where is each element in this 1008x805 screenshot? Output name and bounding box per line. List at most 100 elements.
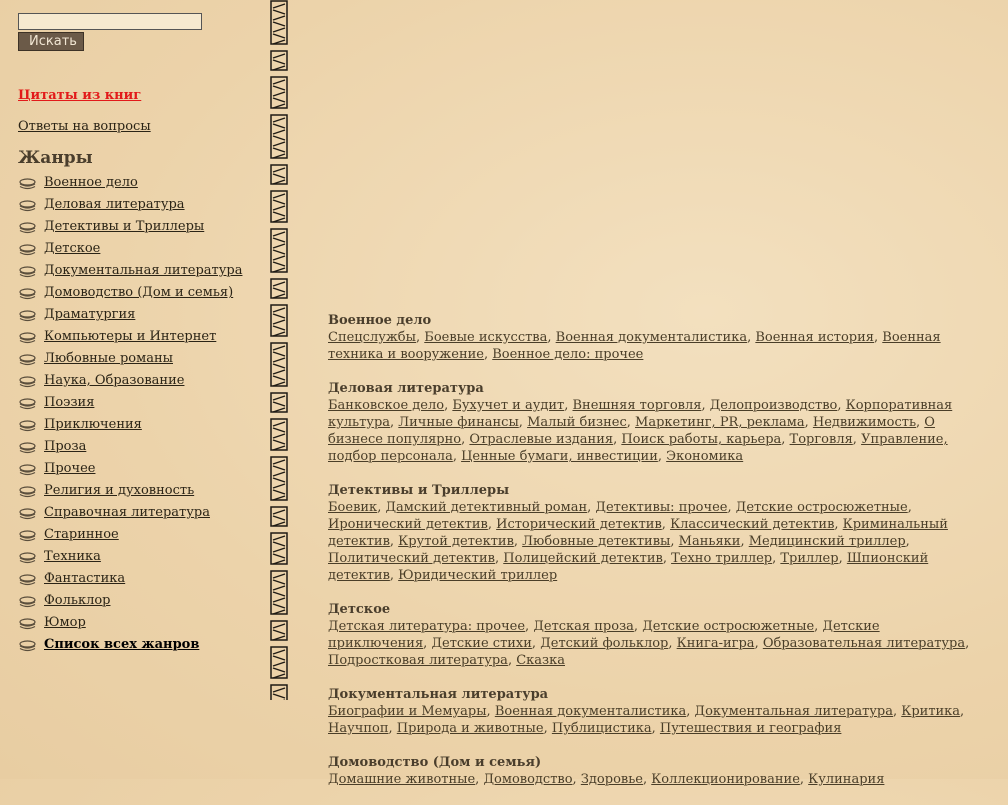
genre-link[interactable]: Детское bbox=[44, 240, 100, 258]
subgenre-link[interactable]: Документальная литература bbox=[695, 704, 893, 719]
subgenre-link[interactable]: Домоводство bbox=[483, 772, 572, 787]
genre-link[interactable]: Приключения bbox=[44, 416, 142, 434]
subgenre-link[interactable]: Детские стихи bbox=[431, 636, 531, 651]
subgenre-link[interactable]: Детские остросюжетные bbox=[642, 619, 814, 634]
search-input[interactable] bbox=[18, 13, 202, 30]
subgenre-link[interactable]: Научпоп bbox=[328, 721, 389, 736]
book-stack-icon bbox=[19, 398, 36, 410]
subgenre-link[interactable]: Боевые искусства bbox=[424, 330, 547, 345]
subgenre-link[interactable]: Техно триллер bbox=[671, 551, 772, 566]
subgenre-link[interactable]: Поиск работы, карьера bbox=[621, 432, 781, 447]
book-stack-icon bbox=[19, 376, 36, 388]
genre-link[interactable]: Старинное bbox=[44, 526, 119, 544]
subgenre-link[interactable]: Детская литература: прочее bbox=[328, 619, 525, 634]
subgenre-link[interactable]: Юридический триллер bbox=[398, 568, 557, 583]
genre-section: Домоводство (Дом и семья) Домашние животн… bbox=[328, 754, 983, 788]
subgenre-link[interactable]: Детские остросюжетные bbox=[736, 500, 908, 515]
genre-link[interactable]: Проза bbox=[44, 438, 86, 456]
subgenre-link[interactable]: Военная документалистика bbox=[556, 330, 747, 345]
subgenre-link[interactable]: Торговля bbox=[790, 432, 853, 447]
genre-link[interactable]: Прочее bbox=[44, 460, 95, 478]
genre-link[interactable]: Справочная литература bbox=[44, 504, 210, 522]
subgenre-link[interactable]: Книга-игра bbox=[677, 636, 755, 651]
genre-item: Фольклор bbox=[18, 592, 263, 614]
genre-link[interactable]: Религия и духовность bbox=[44, 482, 194, 500]
genre-link[interactable]: Наука, Образование bbox=[44, 372, 184, 390]
book-stack-icon bbox=[19, 596, 36, 608]
ornament-glyph bbox=[270, 532, 288, 565]
subgenre-link[interactable]: Дамский детективный роман bbox=[385, 500, 587, 515]
subgenre-link[interactable]: Крутой детектив bbox=[398, 534, 514, 549]
subgenre-link[interactable]: Полицейский детектив bbox=[503, 551, 663, 566]
subgenre-link[interactable]: Маньяки bbox=[679, 534, 741, 549]
subgenre-link[interactable]: Подростковая литература bbox=[328, 653, 508, 668]
subgenre-link[interactable]: Биографии и Мемуары bbox=[328, 704, 487, 719]
subgenre-link[interactable]: Любовные детективы bbox=[522, 534, 670, 549]
subgenre-link[interactable]: Триллер bbox=[780, 551, 838, 566]
book-stack-icon bbox=[19, 244, 36, 256]
subgenre-link[interactable]: Военная история bbox=[755, 330, 874, 345]
subgenre-link[interactable]: Военное дело: прочее bbox=[492, 347, 643, 362]
ornament-glyph bbox=[270, 278, 288, 299]
subgenre-link[interactable]: Делопроизводство bbox=[710, 398, 838, 413]
genre-link[interactable]: Документальная литература bbox=[44, 262, 242, 280]
subgenre-link[interactable]: Здоровье bbox=[581, 772, 643, 787]
subgenre-link[interactable]: Бухучет и аудит bbox=[452, 398, 564, 413]
book-stack-icon bbox=[19, 464, 36, 476]
subgenre-link[interactable]: Путешествия и география bbox=[660, 721, 842, 736]
subgenre-link[interactable]: Классический детектив bbox=[670, 517, 834, 532]
subgenre-link[interactable]: Домашние животные bbox=[328, 772, 475, 787]
sidebar: Искать Цитаты из книг Ответы на вопросы … bbox=[18, 13, 263, 658]
quotes-link[interactable]: Цитаты из книг bbox=[18, 88, 263, 103]
subgenre-list: Домашние животные, Домоводство, Здоровье… bbox=[328, 772, 885, 787]
subgenre-link[interactable]: Сказка bbox=[516, 653, 565, 668]
genre-link[interactable]: Любовные романы bbox=[44, 350, 173, 368]
answers-link[interactable]: Ответы на вопросы bbox=[18, 119, 263, 134]
genre-link[interactable]: Фольклор bbox=[44, 592, 111, 610]
subgenre-link[interactable]: Коллекционирование bbox=[651, 772, 800, 787]
subgenre-link[interactable]: Исторический детектив bbox=[496, 517, 662, 532]
subgenre-list: Биографии и Мемуары, Военная документали… bbox=[328, 704, 965, 736]
book-stack-icon bbox=[19, 508, 36, 520]
genre-link[interactable]: Детективы и Триллеры bbox=[44, 218, 204, 236]
genre-item: Религия и духовность bbox=[18, 482, 263, 504]
subgenre-link[interactable]: Малый бизнес bbox=[527, 415, 627, 430]
ornament-glyph bbox=[270, 50, 288, 71]
subgenre-link[interactable]: Недвижимость bbox=[813, 415, 916, 430]
genre-link[interactable]: Военное дело bbox=[44, 174, 138, 192]
subgenre-link[interactable]: Образовательная литература bbox=[763, 636, 965, 651]
subgenre-link[interactable]: Политический детектив bbox=[328, 551, 495, 566]
subgenre-link[interactable]: Детский фольклор bbox=[540, 636, 668, 651]
subgenre-link[interactable]: Внешняя торговля bbox=[572, 398, 701, 413]
search-button[interactable]: Искать bbox=[18, 32, 84, 51]
genre-link[interactable]: Деловая литература bbox=[44, 196, 185, 214]
subgenre-link[interactable]: Военная документалистика bbox=[495, 704, 686, 719]
subgenre-link[interactable]: Природа и животные bbox=[397, 721, 544, 736]
subgenre-link[interactable]: Ценные бумаги, инвестиции bbox=[461, 449, 658, 464]
subgenre-link[interactable]: Экономика bbox=[666, 449, 743, 464]
subgenre-link[interactable]: Кулинария bbox=[808, 772, 884, 787]
subgenre-link[interactable]: Медицинский триллер bbox=[749, 534, 906, 549]
genre-link[interactable]: Юмор bbox=[44, 614, 86, 632]
genre-link[interactable]: Компьютеры и Интернет bbox=[44, 328, 216, 346]
subgenre-link[interactable]: Отраслевые издания bbox=[469, 432, 613, 447]
subgenre-link[interactable]: Банковское дело bbox=[328, 398, 444, 413]
subgenre-link[interactable]: Детская проза bbox=[533, 619, 634, 634]
subgenre-link[interactable]: Детективы: прочее bbox=[595, 500, 727, 515]
subgenre-link[interactable]: Маркетинг, PR, реклама bbox=[635, 415, 805, 430]
genre-link[interactable]: Домоводство (Дом и семья) bbox=[44, 284, 233, 302]
subgenre-link[interactable]: Спецслужбы bbox=[328, 330, 416, 345]
subgenre-link[interactable]: Публицистика bbox=[552, 721, 652, 736]
genre-link[interactable]: Драматургия bbox=[44, 306, 135, 324]
subgenre-link[interactable]: Боевик bbox=[328, 500, 377, 515]
book-stack-icon bbox=[19, 332, 36, 344]
genre-link[interactable]: Фантастика bbox=[44, 570, 125, 588]
book-stack-icon bbox=[19, 266, 36, 278]
all-genres-link[interactable]: Список всех жанров bbox=[44, 636, 199, 654]
subgenre-link[interactable]: Критика bbox=[901, 704, 960, 719]
subgenre-link[interactable]: Иронический детектив bbox=[328, 517, 488, 532]
genre-link[interactable]: Техника bbox=[44, 548, 101, 566]
ornament-glyph bbox=[270, 570, 288, 615]
subgenre-link[interactable]: Личные финансы bbox=[398, 415, 519, 430]
genre-link[interactable]: Поэзия bbox=[44, 394, 94, 412]
